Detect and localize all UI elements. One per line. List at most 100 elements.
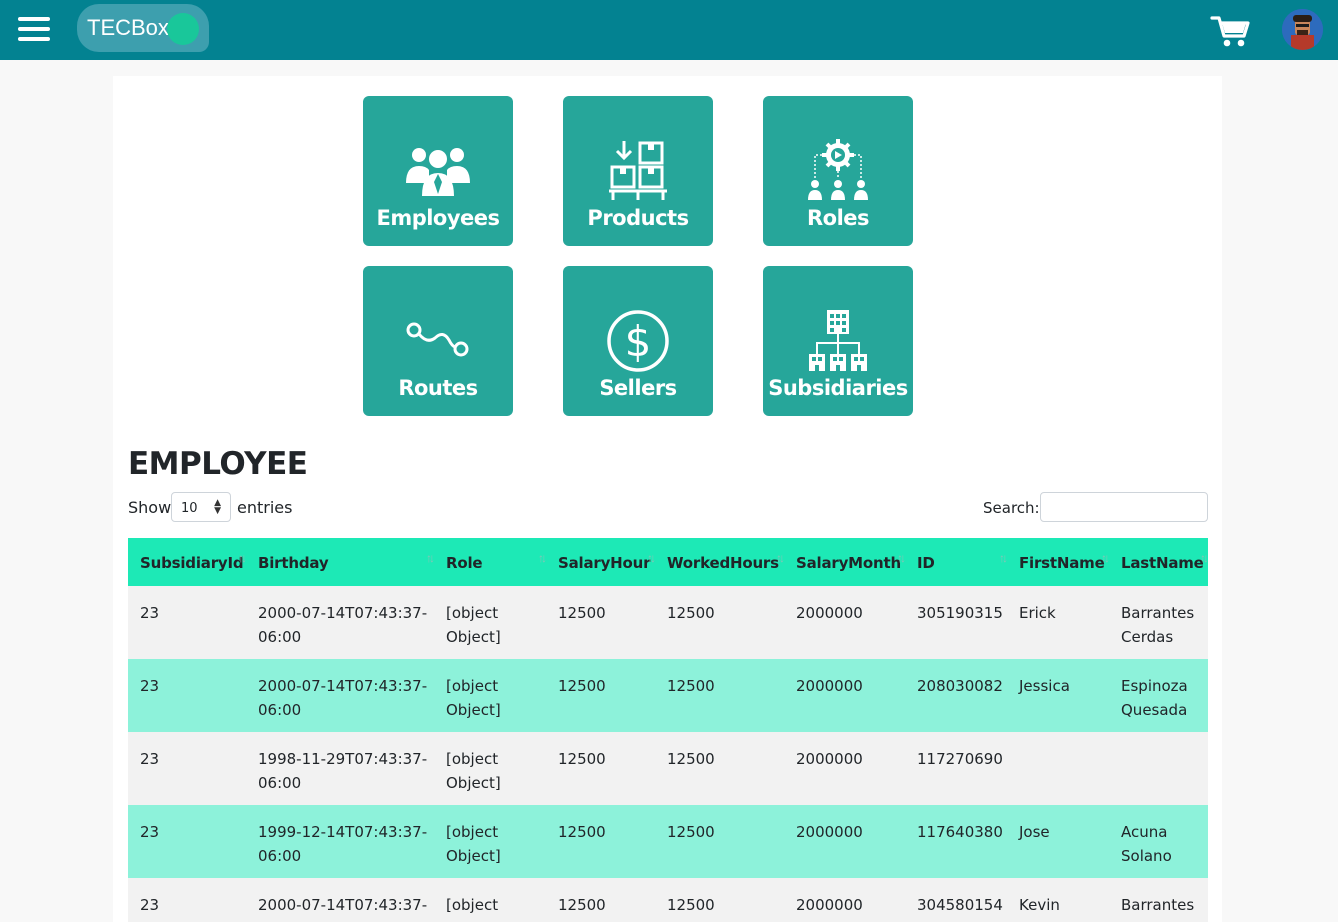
cell-lastname: Barrantes Cerdas xyxy=(1121,601,1194,649)
cell-text: Acuna xyxy=(1121,823,1168,841)
table-header: SubsidiaryId ↑↓ Birthday ↑↓ Role ↑↓ Sala… xyxy=(128,538,1209,586)
cell-text: 06:00 xyxy=(258,774,302,792)
table-row[interactable]: 23 2000-07-14T07:43:37- [object 12500 12… xyxy=(128,878,1208,922)
column-header-id[interactable]: ID ↑↓ xyxy=(905,538,1008,586)
show-label: Show xyxy=(128,498,172,517)
column-header-subsidiaryid[interactable]: SubsidiaryId ↑↓ xyxy=(128,538,247,586)
column-header-workedhours[interactable]: WorkedHours ↑↓ xyxy=(655,538,785,586)
cell-text: [object xyxy=(446,604,499,622)
cell-text: 2000-07-14T07:43:37- xyxy=(258,677,428,695)
cell-role: [object xyxy=(446,896,499,914)
tile-label: Employees xyxy=(376,206,500,230)
column-label: SalaryMonth xyxy=(796,554,901,572)
sort-icon: ↑↓ xyxy=(426,551,435,565)
column-header-role[interactable]: Role ↑↓ xyxy=(434,538,547,586)
table-row[interactable]: 23 1998-11-29T07:43:37- 06:00 [object Obje… xyxy=(128,732,1208,805)
cell-birthday: 2000-07-14T07:43:37- xyxy=(258,896,428,914)
tile-label: Routes xyxy=(398,376,478,400)
sort-icon: ↑↓ xyxy=(238,551,247,565)
column-header-firstname[interactable]: FirstName ↑↓ xyxy=(1007,538,1110,586)
cell-subsidiaryid: 23 xyxy=(140,604,160,622)
cell-subsidiaryid: 23 xyxy=(140,823,160,841)
tile-employees[interactable]: Employees xyxy=(363,96,513,246)
tile-products[interactable]: Products xyxy=(563,96,713,246)
dollar-circle-icon: $ xyxy=(563,266,713,376)
page-length-select[interactable]: 10 ▲ ▼ xyxy=(171,492,231,522)
table-row[interactable]: 23 1999-12-14T07:43:37- 06:00 [object Obje… xyxy=(128,805,1208,878)
cell-text: Quesada xyxy=(1121,701,1188,719)
sort-icon: ↑↓ xyxy=(776,551,785,565)
cell-text: [object xyxy=(446,823,499,841)
column-label: SalaryHour xyxy=(558,554,651,572)
cell-salaryhour: 12500 xyxy=(558,604,606,622)
column-header-lastname[interactable]: LastName ↑↓ xyxy=(1109,538,1209,586)
cell-birthday: 2000-07-14T07:43:37- 06:00 xyxy=(258,601,427,649)
tile-roles[interactable]: Roles xyxy=(763,96,913,246)
cell-text: Object] xyxy=(446,774,501,792)
cell-birthday: 1999-12-14T07:43:37- 06:00 xyxy=(258,820,427,868)
cell-text: [object xyxy=(446,750,499,768)
cell-text: Barrantes xyxy=(1121,604,1195,622)
cell-subsidiaryid: 23 xyxy=(140,896,160,914)
search-label: Search: xyxy=(983,499,1040,517)
cell-workedhours: 12500 xyxy=(667,604,715,622)
hamburger-menu-icon[interactable] xyxy=(18,17,50,41)
tile-label: Sellers xyxy=(599,376,677,400)
column-label: WorkedHours xyxy=(667,554,779,572)
top-navbar: TECBox xyxy=(0,0,1338,60)
sort-icon: ↑↓ xyxy=(897,551,906,565)
cell-text: 1999-12-14T07:43:37- xyxy=(258,823,428,841)
column-label: ID xyxy=(917,554,935,572)
cell-workedhours: 12500 xyxy=(667,750,715,768)
products-boxes-icon xyxy=(563,96,713,206)
cell-salarymonth: 2000000 xyxy=(796,896,863,914)
page-title: EMPLOYEE xyxy=(128,446,308,482)
sort-icon: ↑↓ xyxy=(999,551,1008,565)
tile-label: Subsidiaries xyxy=(768,376,908,400)
shopping-cart-icon[interactable] xyxy=(1210,14,1250,50)
table-row[interactable]: 23 2000-07-14T07:43:37- 06:00 [object Obje… xyxy=(128,586,1208,659)
cell-salaryhour: 12500 xyxy=(558,677,606,695)
column-label: FirstName xyxy=(1019,554,1105,572)
column-label: SubsidiaryId xyxy=(140,554,244,572)
cell-text: Solano xyxy=(1121,847,1172,865)
cell-birthday: 2000-07-14T07:43:37- 06:00 xyxy=(258,674,427,722)
cell-text: 06:00 xyxy=(258,628,302,646)
cell-id: 117270690 xyxy=(917,750,1003,768)
user-avatar[interactable] xyxy=(1282,9,1323,50)
cell-lastname: Barrantes xyxy=(1121,896,1195,914)
page-length-value: 10 xyxy=(181,501,198,516)
cell-lastname: Acuna Solano xyxy=(1121,820,1172,868)
cell-salarymonth: 2000000 xyxy=(796,677,863,695)
cell-id: 117640380 xyxy=(917,823,1003,841)
column-label: Birthday xyxy=(258,554,329,572)
cell-firstname: Erick xyxy=(1019,604,1056,622)
cell-salarymonth: 2000000 xyxy=(796,750,863,768)
cell-text: 06:00 xyxy=(258,847,302,865)
column-header-salaryhour[interactable]: SalaryHour ↑↓ xyxy=(546,538,656,586)
app-logo[interactable]: TECBox xyxy=(77,4,209,52)
employees-group-icon xyxy=(363,96,513,206)
table-row[interactable]: 23 2000-07-14T07:43:37- 06:00 [object Obje… xyxy=(128,659,1208,732)
logo-text: TECBox xyxy=(87,15,169,40)
tile-routes[interactable]: Routes xyxy=(363,266,513,416)
cell-role: [object Object] xyxy=(446,820,501,868)
search-input[interactable] xyxy=(1040,492,1208,522)
tile-subsidiaries[interactable]: Subsidiaries xyxy=(763,266,913,416)
cell-text: Object] xyxy=(446,701,501,719)
check-circle-icon xyxy=(167,13,199,45)
cell-salarymonth: 2000000 xyxy=(796,604,863,622)
cell-firstname: Kevin xyxy=(1019,896,1060,914)
column-header-birthday[interactable]: Birthday ↑↓ xyxy=(246,538,435,586)
tile-sellers[interactable]: $ Sellers xyxy=(563,266,713,416)
cell-birthday: 1998-11-29T07:43:37- 06:00 xyxy=(258,747,427,795)
cell-text: Espinoza xyxy=(1121,677,1188,695)
tile-label: Roles xyxy=(806,206,870,230)
cell-firstname: Jessica xyxy=(1019,677,1070,695)
select-arrows-icon: ▲ ▼ xyxy=(214,498,221,516)
buildings-network-icon xyxy=(763,266,913,376)
column-header-salarymonth[interactable]: SalaryMonth ↑↓ xyxy=(784,538,906,586)
cell-id: 208030082 xyxy=(917,677,1003,695)
cell-workedhours: 12500 xyxy=(667,823,715,841)
cell-text: Object] xyxy=(446,628,501,646)
